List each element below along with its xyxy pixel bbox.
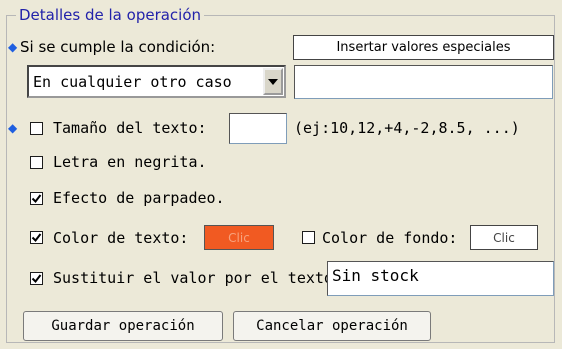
diamond-icon: ◆ [8, 121, 18, 135]
bold-label: Letra en negrita. [53, 153, 207, 171]
condition-select-value: En cualquier otro caso [33, 72, 232, 91]
bold-checkbox[interactable] [30, 156, 43, 169]
condition-label: Si se cumple la condición: [20, 38, 216, 56]
text-size-label: Tamaño del texto: [53, 119, 207, 137]
replace-text-label: Sustituir el valor por el texto: [53, 269, 342, 287]
cancel-operation-button[interactable]: Cancelar operación [233, 311, 431, 341]
blink-label: Efecto de parpadeo. [53, 189, 225, 207]
checkmark-icon [31, 233, 42, 243]
checkmark-icon [31, 194, 42, 204]
text-size-hint: (ej:10,12,+4,-2,8.5, ...) [294, 119, 520, 137]
text-color-label: Color de texto: [53, 229, 189, 247]
checkmark-icon [31, 274, 42, 284]
insert-special-values-button[interactable]: Insertar valores especiales [293, 35, 554, 60]
panel-legend: Detalles de la operación [16, 6, 205, 24]
text-color-checkbox[interactable] [30, 231, 43, 244]
replace-text-input[interactable]: Sin stock [327, 261, 554, 296]
diamond-icon: ◆ [8, 40, 18, 54]
bg-color-checkbox[interactable] [302, 231, 315, 244]
replace-text-checkbox[interactable] [30, 272, 43, 285]
bg-color-label: Color de fondo: [322, 229, 458, 247]
text-color-button[interactable]: Clic [204, 225, 274, 250]
text-size-checkbox[interactable] [30, 122, 43, 135]
chevron-down-icon[interactable] [263, 68, 283, 95]
text-size-input[interactable] [229, 113, 287, 144]
condition-select[interactable]: En cualquier otro caso [27, 65, 286, 98]
bg-color-button[interactable]: Clic [470, 225, 538, 250]
blink-checkbox[interactable] [30, 192, 43, 205]
condition-value-input[interactable] [294, 65, 553, 99]
save-operation-button[interactable]: Guardar operación [23, 311, 223, 341]
